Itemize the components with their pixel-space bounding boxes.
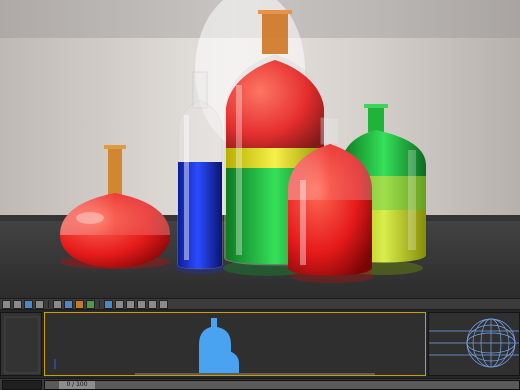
scale-icon[interactable] [35,299,44,309]
viewport-left-content [4,316,40,374]
render-frame-icon[interactable] [115,299,124,309]
redo-icon[interactable] [148,299,157,309]
settings-icon[interactable] [126,299,135,309]
select-icon[interactable] [2,299,11,309]
material-icon[interactable] [86,299,95,309]
toolbar-separator [48,300,49,308]
rotate-icon[interactable] [24,299,33,309]
frame-field[interactable] [2,380,42,390]
viewport-left[interactable] [0,312,42,376]
viewport-perspective[interactable] [428,312,520,376]
light-icon[interactable] [75,299,84,309]
render-image [0,0,520,298]
snap-icon[interactable] [159,299,168,309]
viewport-front[interactable] [44,312,426,376]
render-icon[interactable] [104,299,113,309]
viewport-perspective-content [429,318,519,368]
main-toolbar [0,298,520,310]
3d-app-window: 0 / 100 [0,0,520,390]
toolbar-separator [99,300,100,308]
undo-icon[interactable] [137,299,146,309]
viewport-front-content [54,318,375,375]
time-slider[interactable]: 0 / 100 [44,380,520,390]
move-icon[interactable] [13,299,22,309]
time-slider-thumb[interactable]: 0 / 100 [59,381,95,389]
viewports-row [0,310,520,378]
camera-icon[interactable] [64,299,73,309]
time-slider-bar: 0 / 100 [0,378,520,390]
link-icon[interactable] [53,299,62,309]
render-viewport[interactable] [0,0,520,298]
